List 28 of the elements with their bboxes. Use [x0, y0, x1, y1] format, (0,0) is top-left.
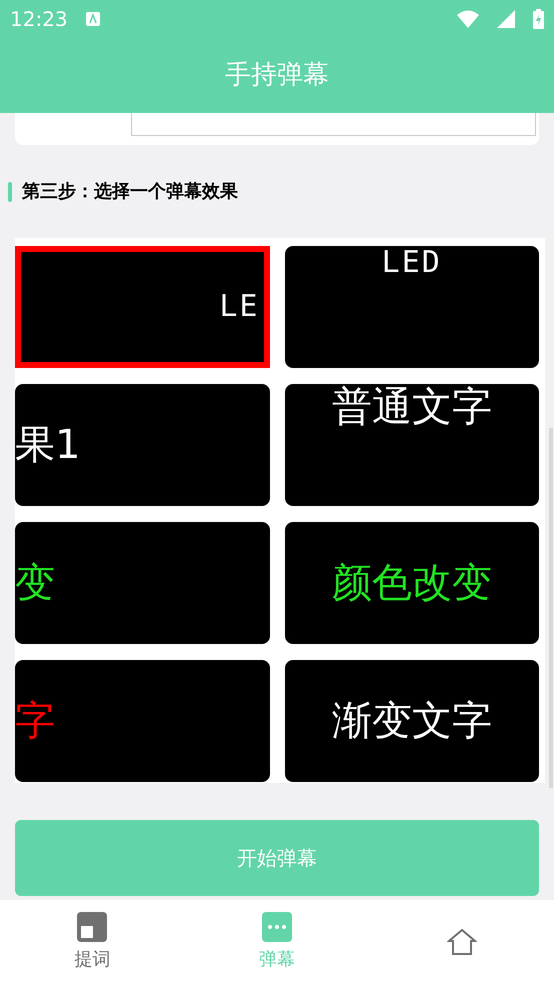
house-icon: [446, 927, 477, 957]
wifi-icon: [457, 10, 479, 28]
effect-preview[interactable]: 普通文字: [284, 384, 539, 506]
preview-text: LED: [382, 246, 442, 280]
effect-preview[interactable]: 字: [15, 660, 270, 782]
effect-preview[interactable]: 变: [15, 522, 270, 644]
battery-icon: [533, 9, 544, 29]
preview-text: 果1: [15, 422, 80, 468]
effect-preview[interactable]: LED: [284, 246, 539, 368]
preview-text: LE: [219, 290, 260, 324]
effect-preview[interactable]: 渐变文字: [284, 660, 539, 782]
preview-text: 颜色改变: [332, 560, 492, 606]
preview-text: 变: [15, 560, 55, 606]
effect-preview[interactable]: 果1: [15, 384, 270, 506]
chat-dots-icon: [262, 912, 292, 942]
input-field[interactable]: [131, 113, 536, 136]
page-title: 手持弹幕: [225, 59, 329, 92]
effect-preview[interactable]: LE: [15, 246, 270, 368]
nav-tab[interactable]: 提词: [0, 900, 185, 984]
signal-icon: [497, 10, 515, 28]
preview-text: 字: [15, 698, 55, 744]
section-heading: 第三步：选择一个弹幕效果: [22, 180, 238, 204]
preview-text: 渐变文字: [332, 698, 492, 744]
effect-preview[interactable]: 颜色改变: [284, 522, 539, 644]
accent-bar: [8, 182, 12, 202]
status-time: 12:23: [10, 6, 68, 33]
preview-text: 普通文字: [332, 384, 492, 430]
note-icon: [77, 912, 108, 942]
